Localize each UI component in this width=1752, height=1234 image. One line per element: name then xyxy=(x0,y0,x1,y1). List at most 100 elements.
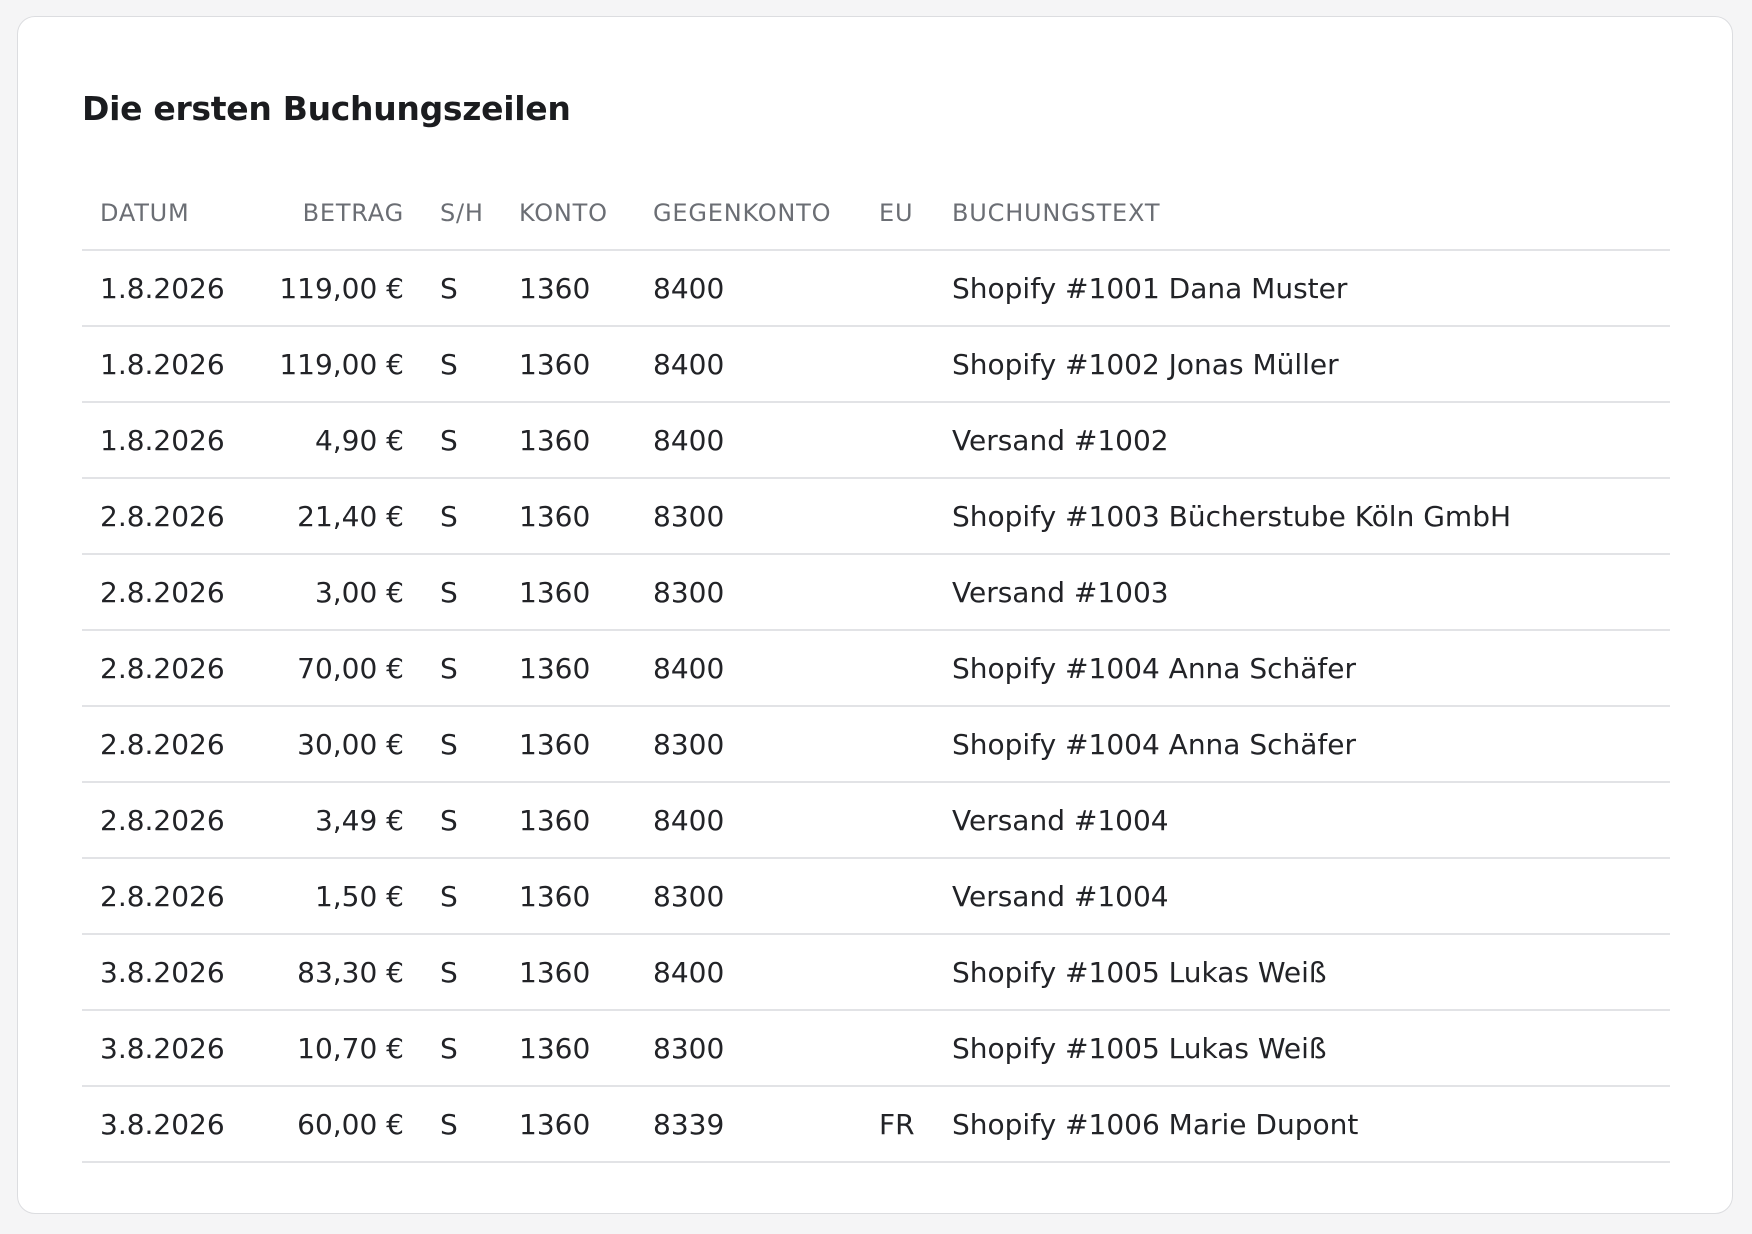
cell-sh: S xyxy=(404,858,501,935)
cell-sh: S xyxy=(404,326,501,403)
cell-eu: FR xyxy=(861,1086,934,1163)
cell-gegenkonto: 8400 xyxy=(635,402,861,479)
cell-sh: S xyxy=(404,250,501,327)
cell-eu xyxy=(861,554,934,631)
cell-datum: 1.8.2026 xyxy=(82,250,240,327)
table-row: 2.8.2026 3,49 € S 1360 8400 Versand #100… xyxy=(82,782,1670,859)
cell-gegenkonto: 8300 xyxy=(635,554,861,631)
cell-buchungstext: Shopify #1003 Bücherstube Köln GmbH xyxy=(934,478,1670,555)
cell-konto: 1360 xyxy=(501,934,635,1011)
table-row: 1.8.2026 119,00 € S 1360 8400 Shopify #1… xyxy=(82,326,1670,403)
table-row: 1.8.2026 119,00 € S 1360 8400 Shopify #1… xyxy=(82,250,1670,327)
cell-sh: S xyxy=(404,554,501,631)
cell-buchungstext: Shopify #1001 Dana Muster xyxy=(934,250,1670,327)
column-header-gegenkonto: GEGENKONTO xyxy=(635,177,861,251)
cell-buchungstext: Shopify #1005 Lukas Weiß xyxy=(934,934,1670,1011)
cell-betrag: 21,40 € xyxy=(240,478,404,555)
cell-sh: S xyxy=(404,478,501,555)
table-row: 3.8.2026 83,30 € S 1360 8400 Shopify #10… xyxy=(82,934,1670,1011)
cell-konto: 1360 xyxy=(501,630,635,707)
cell-eu xyxy=(861,402,934,479)
cell-buchungstext: Versand #1002 xyxy=(934,402,1670,479)
cell-gegenkonto: 8400 xyxy=(635,934,861,1011)
cell-datum: 1.8.2026 xyxy=(82,402,240,479)
cell-konto: 1360 xyxy=(501,782,635,859)
cell-sh: S xyxy=(404,782,501,859)
cell-datum: 3.8.2026 xyxy=(82,1086,240,1163)
cell-datum: 2.8.2026 xyxy=(82,858,240,935)
bookings-card: Die ersten Buchungszeilen DATUM BETRAG S… xyxy=(17,16,1733,1214)
cell-datum: 3.8.2026 xyxy=(82,1010,240,1087)
cell-eu xyxy=(861,478,934,555)
cell-betrag: 83,30 € xyxy=(240,934,404,1011)
cell-eu xyxy=(861,782,934,859)
cell-konto: 1360 xyxy=(501,706,635,783)
column-header-buchungstext: BUCHUNGSTEXT xyxy=(934,177,1670,251)
cell-datum: 1.8.2026 xyxy=(82,326,240,403)
cell-konto: 1360 xyxy=(501,478,635,555)
cell-sh: S xyxy=(404,1086,501,1163)
cell-eu xyxy=(861,858,934,935)
card-title: Die ersten Buchungszeilen xyxy=(82,89,571,128)
cell-gegenkonto: 8400 xyxy=(635,630,861,707)
cell-buchungstext: Shopify #1005 Lukas Weiß xyxy=(934,1010,1670,1087)
cell-betrag: 119,00 € xyxy=(240,326,404,403)
cell-gegenkonto: 8300 xyxy=(635,706,861,783)
column-header-betrag: BETRAG xyxy=(240,177,404,251)
table-row: 3.8.2026 10,70 € S 1360 8300 Shopify #10… xyxy=(82,1010,1670,1087)
table-row: 2.8.2026 30,00 € S 1360 8300 Shopify #10… xyxy=(82,706,1670,783)
cell-betrag: 3,49 € xyxy=(240,782,404,859)
table-header-row: DATUM BETRAG S/H KONTO GEGENKONTO EU BUC… xyxy=(82,177,1670,251)
cell-eu xyxy=(861,326,934,403)
table-row: 2.8.2026 70,00 € S 1360 8400 Shopify #10… xyxy=(82,630,1670,707)
cell-sh: S xyxy=(404,630,501,707)
cell-gegenkonto: 8300 xyxy=(635,858,861,935)
cell-betrag: 30,00 € xyxy=(240,706,404,783)
cell-eu xyxy=(861,934,934,1011)
cell-konto: 1360 xyxy=(501,326,635,403)
cell-konto: 1360 xyxy=(501,250,635,327)
cell-sh: S xyxy=(404,934,501,1011)
cell-konto: 1360 xyxy=(501,554,635,631)
cell-sh: S xyxy=(404,402,501,479)
cell-konto: 1360 xyxy=(501,402,635,479)
cell-betrag: 3,00 € xyxy=(240,554,404,631)
bookings-table: DATUM BETRAG S/H KONTO GEGENKONTO EU BUC… xyxy=(82,177,1670,1163)
cell-buchungstext: Shopify #1004 Anna Schäfer xyxy=(934,630,1670,707)
cell-gegenkonto: 8339 xyxy=(635,1086,861,1163)
cell-sh: S xyxy=(404,706,501,783)
table-row: 2.8.2026 21,40 € S 1360 8300 Shopify #10… xyxy=(82,478,1670,555)
table-row: 1.8.2026 4,90 € S 1360 8400 Versand #100… xyxy=(82,402,1670,479)
column-header-sh: S/H xyxy=(404,177,501,251)
cell-gegenkonto: 8300 xyxy=(635,478,861,555)
table-row: 2.8.2026 1,50 € S 1360 8300 Versand #100… xyxy=(82,858,1670,935)
cell-betrag: 119,00 € xyxy=(240,250,404,327)
cell-konto: 1360 xyxy=(501,1010,635,1087)
column-header-datum: DATUM xyxy=(82,177,240,251)
cell-betrag: 4,90 € xyxy=(240,402,404,479)
cell-sh: S xyxy=(404,1010,501,1087)
table-body: 1.8.2026 119,00 € S 1360 8400 Shopify #1… xyxy=(82,250,1670,1163)
column-header-eu: EU xyxy=(861,177,934,251)
cell-datum: 2.8.2026 xyxy=(82,554,240,631)
cell-datum: 2.8.2026 xyxy=(82,478,240,555)
cell-datum: 2.8.2026 xyxy=(82,782,240,859)
table-row: 3.8.2026 60,00 € S 1360 8339 FR Shopify … xyxy=(82,1086,1670,1163)
cell-betrag: 10,70 € xyxy=(240,1010,404,1087)
cell-eu xyxy=(861,706,934,783)
column-header-konto: KONTO xyxy=(501,177,635,251)
cell-buchungstext: Versand #1004 xyxy=(934,858,1670,935)
cell-buchungstext: Versand #1003 xyxy=(934,554,1670,631)
cell-betrag: 1,50 € xyxy=(240,858,404,935)
cell-eu xyxy=(861,1010,934,1087)
cell-konto: 1360 xyxy=(501,858,635,935)
cell-buchungstext: Shopify #1002 Jonas Müller xyxy=(934,326,1670,403)
cell-buchungstext: Shopify #1004 Anna Schäfer xyxy=(934,706,1670,783)
cell-datum: 2.8.2026 xyxy=(82,630,240,707)
cell-gegenkonto: 8400 xyxy=(635,782,861,859)
cell-gegenkonto: 8400 xyxy=(635,250,861,327)
cell-datum: 2.8.2026 xyxy=(82,706,240,783)
cell-gegenkonto: 8400 xyxy=(635,326,861,403)
cell-buchungstext: Versand #1004 xyxy=(934,782,1670,859)
cell-gegenkonto: 8300 xyxy=(635,1010,861,1087)
